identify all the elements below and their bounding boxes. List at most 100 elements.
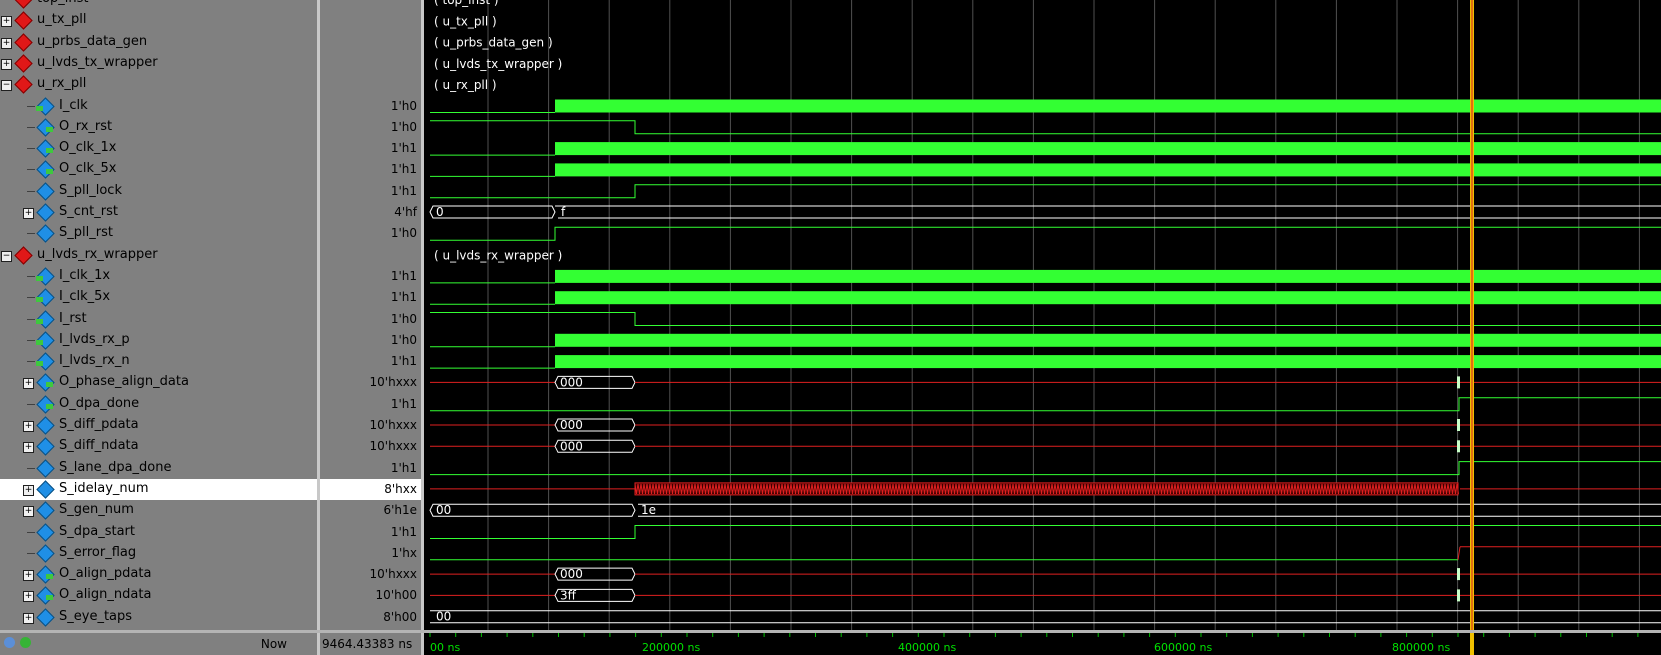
output-port-icon (46, 126, 53, 132)
signal-row[interactable]: I_lvds_rx_p (0, 330, 317, 351)
expand-icon[interactable]: + (1, 37, 12, 49)
signal-icon (36, 458, 55, 478)
input-port-icon (36, 339, 43, 345)
signal-value: 1'h1 (390, 183, 417, 198)
signal-row[interactable]: O_dpa_done (0, 394, 317, 415)
signal-value: 6'h1e (383, 503, 417, 518)
signal-row[interactable]: + S_idelay_num (0, 478, 317, 500)
expand-icon[interactable]: + (1, 16, 12, 28)
signal-row[interactable]: + S_diff_pdata (0, 415, 317, 436)
output-port-icon (46, 574, 53, 580)
expand-icon[interactable]: + (23, 378, 34, 390)
signal-row[interactable]: O_clk_1x (0, 138, 317, 159)
signal-icon (36, 501, 55, 520)
signal-row[interactable]: I_rst (0, 309, 317, 330)
time-ruler[interactable]: 00 ns 200000 ns 400000 ns 600000 ns 800000 n… (424, 633, 1661, 655)
signal-name: I_lvds_rx_p (59, 331, 130, 347)
expand-icon[interactable]: + (23, 484, 34, 496)
signal-value: 4'hf (394, 205, 417, 219)
signal-name: I_clk_5x (59, 289, 111, 305)
signal-row[interactable]: + S_diff_ndata (0, 436, 317, 457)
expand-icon[interactable]: + (23, 612, 34, 624)
signal-row[interactable]: I_clk (0, 96, 317, 117)
signal-row[interactable]: + S_gen_num (0, 500, 317, 521)
ruler-label: 00 ns (430, 641, 460, 654)
output-port-icon (46, 595, 53, 601)
module-label: ( top_inst ) (434, 0, 499, 7)
waveform-pane[interactable]: ( top_inst ) ( u_tx_pll ) ( u_prbs_data_ge… (424, 0, 1661, 630)
signal-name: I_clk_1x (59, 267, 111, 283)
signal-row[interactable]: I_clk_1x (0, 266, 317, 287)
signal-row[interactable]: + S_eye_taps (0, 607, 317, 628)
signal-row[interactable]: S_lane_dpa_done (0, 458, 317, 479)
signal-name-pane[interactable]: top_inst + u_tx_pll + u_prbs_data_gen + u_lvds… (0, 0, 317, 630)
ruler-label: 200000 ns (642, 641, 700, 654)
wave-clock (555, 291, 1661, 305)
signal-value: 8'h00 (383, 609, 417, 624)
expand-icon[interactable]: + (23, 570, 34, 582)
tree-connector (27, 361, 35, 363)
signal-name: S_lane_dpa_done (59, 459, 172, 475)
signal-name: O_phase_align_data (59, 374, 189, 390)
output-port-icon (46, 169, 53, 175)
signal-row[interactable]: + u_lvds_tx_wrapper (0, 53, 317, 74)
expand-icon[interactable]: + (23, 506, 34, 518)
signal-icon (36, 480, 55, 499)
waveform-canvas[interactable]: ( top_inst ) ( u_tx_pll ) ( u_prbs_data_ge… (424, 0, 1661, 630)
view-icon[interactable] (4, 637, 15, 648)
signal-value: 1'h0 (390, 226, 417, 241)
expand-icon[interactable]: + (23, 208, 34, 219)
expand-icon[interactable]: + (23, 591, 34, 603)
signal-row[interactable]: + S_cnt_rst (0, 202, 317, 223)
tree-connector (27, 126, 35, 128)
signal-row[interactable]: − u_rx_pll (0, 74, 317, 95)
signal-name: S_error_flag (59, 544, 137, 560)
expand-icon[interactable]: + (23, 442, 34, 454)
tree-connector (27, 233, 35, 235)
wave-step (430, 312, 1661, 326)
wave-step (430, 397, 1661, 412)
module-icon (14, 32, 33, 52)
tree-connector (27, 148, 35, 150)
signal-row[interactable]: S_pll_rst (0, 223, 317, 244)
time-cursor (1470, 633, 1474, 655)
signal-value: 1'h1 (390, 290, 417, 305)
signal-row[interactable]: O_clk_5x (0, 159, 317, 180)
tree-connector (27, 105, 35, 107)
signal-value-pane[interactable]: 1'h0 1'h0 1'h1 1'h1 1'h1 4'hf 1'h0 1'h1 1'h1 1'h0… (320, 0, 421, 630)
signal-row[interactable]: + O_phase_align_data (0, 372, 317, 393)
signal-name: u_prbs_data_gen (37, 33, 148, 49)
wave-value-label: 000 (560, 375, 583, 389)
input-port-icon (36, 361, 43, 367)
wave-step (430, 461, 1661, 476)
expand-icon[interactable]: + (23, 421, 34, 432)
ruler-label: 800000 ns (1392, 641, 1450, 654)
signal-row[interactable]: top_inst (0, 0, 317, 10)
signal-value: 1'h0 (390, 119, 417, 134)
signal-row[interactable]: S_pll_lock (0, 181, 317, 202)
add-cursor-icon[interactable] (20, 637, 31, 648)
signal-icon (36, 416, 55, 435)
signal-row[interactable]: I_lvds_rx_n (0, 351, 317, 372)
signal-row[interactable]: + u_prbs_data_gen (0, 32, 317, 53)
signal-value: 10'h00 (375, 588, 417, 603)
signal-row[interactable]: + u_tx_pll (0, 10, 317, 31)
collapse-icon[interactable]: − (1, 250, 12, 262)
output-port-icon (46, 148, 53, 154)
signal-value: 1'hx (391, 545, 417, 560)
wave-x (1457, 546, 1461, 560)
signal-row[interactable]: + O_align_pdata (0, 564, 317, 585)
signal-row[interactable]: I_clk_5x (0, 287, 317, 308)
signal-row[interactable]: − u_lvds_rx_wrapper (0, 245, 317, 266)
signal-name: S_dpa_start (59, 523, 136, 539)
signal-row[interactable]: + O_align_ndata (0, 585, 317, 606)
signal-name: S_cnt_rst (59, 204, 118, 219)
expand-icon[interactable]: + (1, 58, 12, 70)
signal-row[interactable]: O_rx_rst (0, 117, 317, 138)
signal-row[interactable]: S_dpa_start (0, 522, 317, 543)
signal-row[interactable]: S_error_flag (0, 543, 317, 564)
signal-value: 1'h1 (390, 460, 417, 475)
tree-connector (27, 552, 35, 554)
collapse-icon[interactable]: − (1, 80, 12, 92)
wave-clock (555, 355, 1661, 369)
